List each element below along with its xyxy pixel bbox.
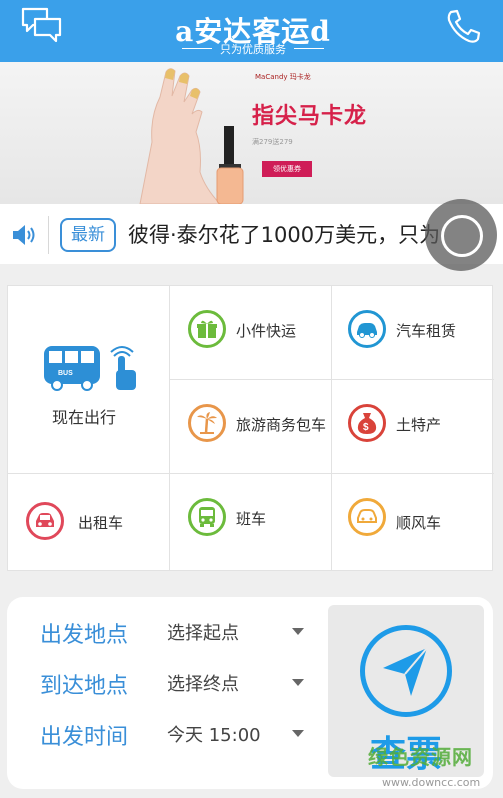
news-headline[interactable]: 彼得·泰尔花了1000万美元，只为: [128, 216, 468, 254]
now-travel-tile[interactable]: BUS 现在出行: [8, 286, 170, 474]
service-car-rental[interactable]: 汽车租赁: [332, 286, 494, 380]
bus-front-icon: [188, 498, 226, 536]
car-side-icon: [348, 310, 386, 348]
news-badge: 最新: [60, 218, 116, 252]
to-label: 到达地点: [40, 674, 129, 699]
logo-subtitle: 只为优质服务: [220, 43, 286, 56]
service-shuttle-bus[interactable]: 班车: [170, 474, 332, 570]
from-select[interactable]: 选择起点: [167, 619, 239, 645]
phone-icon[interactable]: [441, 6, 485, 46]
service-label: 汽车租赁: [396, 322, 457, 340]
to-select[interactable]: 选择终点: [167, 670, 239, 696]
now-travel-label: 现在出行: [52, 408, 117, 427]
navigation-arrow-icon: [360, 625, 452, 717]
watermark: 绿色资源网 www.downcc.com: [368, 741, 503, 798]
service-label: 出租车: [78, 514, 124, 532]
service-taxi[interactable]: 出租车: [8, 474, 170, 570]
app-header: a安达客运d 只为优质服务: [0, 0, 503, 62]
service-label: 顺风车: [396, 514, 442, 532]
time-label: 出发时间: [40, 725, 129, 750]
speaker-icon: [11, 222, 39, 252]
bus-tap-icon: BUS: [42, 342, 140, 396]
divider: [294, 48, 324, 49]
service-label: 小件快运: [236, 322, 297, 340]
money-bag-icon: $: [348, 404, 386, 442]
services-grid: BUS 现在出行 小件快运 汽车租赁 旅游商务包车 $ 土特产 出租车 班车 顺…: [7, 285, 494, 571]
ad-promo-line: 满279送279: [252, 138, 293, 146]
hand-nail-polish-illustration: [139, 68, 244, 204]
service-parcel[interactable]: 小件快运: [170, 286, 332, 380]
service-tour-charter[interactable]: 旅游商务包车: [170, 380, 332, 474]
from-label: 出发地点: [40, 623, 129, 648]
time-select[interactable]: 今天 15:00: [167, 721, 261, 747]
svg-text:$: $: [363, 422, 369, 433]
divider: [48, 216, 49, 254]
svg-text:BUS: BUS: [58, 370, 73, 377]
service-carpool[interactable]: 顺风车: [332, 474, 494, 570]
watermark-text: 绿色资源网: [368, 745, 473, 769]
car-front-icon: [348, 498, 386, 536]
watermark-url: www.downcc.com: [382, 776, 481, 789]
service-label: 土特产: [396, 416, 442, 434]
chevron-down-icon[interactable]: [292, 628, 304, 635]
chevron-down-icon[interactable]: [292, 730, 304, 737]
app-logo: a安达客运d 只为优质服务: [168, 4, 338, 60]
service-label: 旅游商务包车: [236, 416, 327, 434]
promo-banner[interactable]: MaCandy 玛卡龙 指尖马卡龙 满279送279 领优惠券: [0, 62, 503, 204]
floating-assistive-button[interactable]: [425, 199, 497, 271]
message-icon[interactable]: [20, 6, 64, 46]
ad-coupon-button[interactable]: 领优惠券: [262, 161, 312, 177]
service-local-specialty[interactable]: $ 土特产: [332, 380, 494, 474]
service-label: 班车: [236, 510, 267, 528]
chevron-down-icon[interactable]: [292, 679, 304, 686]
gift-icon: [188, 310, 226, 348]
palm-tree-icon: [188, 404, 226, 442]
ad-brand: MaCandy 玛卡龙: [255, 73, 311, 81]
taxi-icon: [26, 502, 64, 540]
ad-title: 指尖马卡龙: [252, 104, 368, 129]
